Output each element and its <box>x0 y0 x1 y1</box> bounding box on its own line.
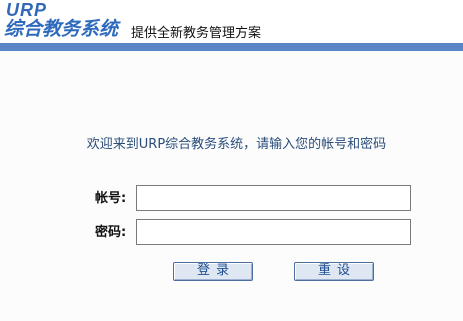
reset-button[interactable]: 重设 <box>294 262 374 281</box>
logo-urp: URP <box>6 0 48 20</box>
password-label: 密码: <box>95 225 127 240</box>
header-divider-bar <box>0 43 463 51</box>
header-slogan: 提供全新教务管理方案 <box>131 26 262 41</box>
header: URP 综合教务系统 提供全新教务管理方案 <box>0 0 463 42</box>
account-label: 帐号: <box>95 191 127 206</box>
login-button[interactable]: 登录 <box>173 262 253 281</box>
account-input[interactable] <box>136 185 411 211</box>
password-input[interactable] <box>136 219 411 245</box>
logo-system-name: 综合教务系统 <box>4 18 119 40</box>
welcome-message: 欢迎来到URP综合教务系统，请输入您的帐号和密码 <box>86 137 387 152</box>
